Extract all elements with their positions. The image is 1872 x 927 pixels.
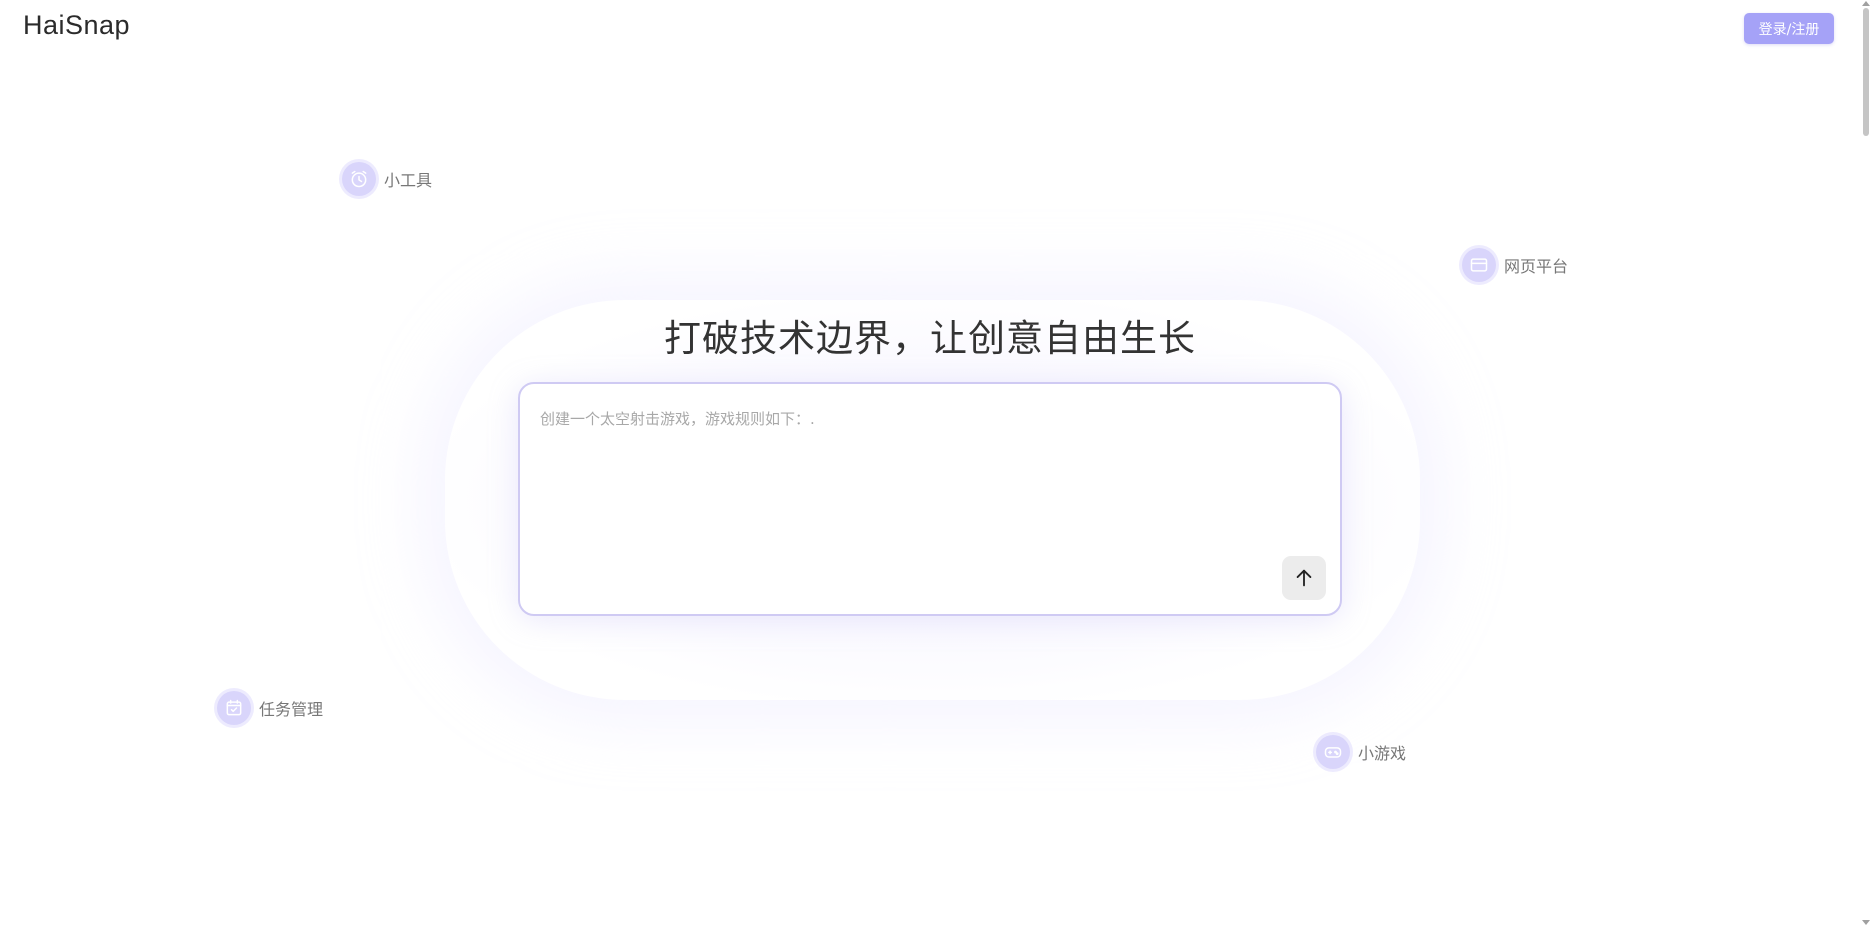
tag-mini-games[interactable]: 小游戏 bbox=[1316, 735, 1406, 769]
tag-label: 网页平台 bbox=[1504, 257, 1569, 276]
tag-label: 任务管理 bbox=[259, 700, 324, 719]
scroll-up-arrow-icon[interactable] bbox=[1862, 1, 1870, 6]
browser-window-icon bbox=[1462, 248, 1496, 282]
page: HaiSnap 登录/注册 打破技术边界，让创意自由生长 小工具 bbox=[0, 0, 1872, 927]
scrollbar-thumb[interactable] bbox=[1863, 8, 1869, 136]
tag-label: 小游戏 bbox=[1358, 744, 1407, 763]
tag-tools[interactable]: 小工具 bbox=[342, 162, 432, 196]
tag-task-management[interactable]: 任务管理 bbox=[217, 691, 323, 725]
arrow-up-icon bbox=[1296, 569, 1312, 587]
clock-icon bbox=[342, 162, 376, 196]
gamepad-icon bbox=[1316, 735, 1350, 769]
tag-web-platform[interactable]: 网页平台 bbox=[1462, 248, 1568, 282]
vertical-scrollbar[interactable] bbox=[1860, 0, 1872, 927]
logo[interactable]: HaiSnap bbox=[23, 10, 130, 41]
tag-label: 小工具 bbox=[384, 171, 433, 190]
send-button[interactable] bbox=[1282, 556, 1326, 600]
scroll-down-arrow-icon[interactable] bbox=[1862, 920, 1870, 925]
page-headline: 打破技术边界，让创意自由生长 bbox=[664, 317, 1196, 360]
login-register-button[interactable]: 登录/注册 bbox=[1744, 13, 1834, 44]
prompt-input[interactable] bbox=[538, 406, 1312, 560]
calendar-check-icon bbox=[217, 691, 251, 725]
prompt-box bbox=[518, 382, 1342, 616]
